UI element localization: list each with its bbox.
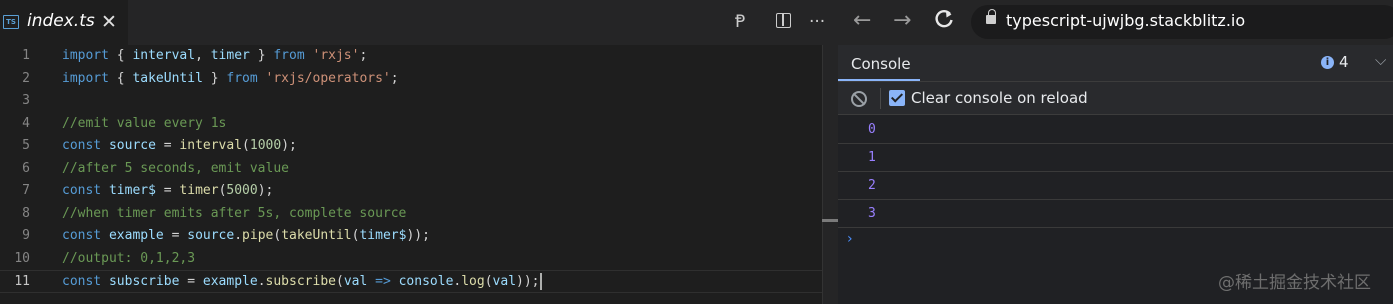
console-log-value: 2 [868,178,876,193]
line-number: 7 [22,183,30,198]
editor-scrollbar[interactable] [822,45,838,304]
line-number: 1 [22,48,30,63]
code-text: const timer$ = timer(5000); [62,183,274,198]
console-log-row: 0 [838,116,1393,144]
code-line[interactable]: 5 const source = interval(1000); [0,135,822,158]
code-line[interactable]: 11 const subscribe = example.subscribe(va… [0,270,822,293]
tab-index-ts[interactable]: TS index.ts ✕ [0,0,128,45]
console-log-row: 3 [838,200,1393,228]
code-line[interactable]: 3 [0,90,822,113]
code-line[interactable]: 7 const timer$ = timer(5000); [0,180,822,203]
back-arrow-icon[interactable]: ← [853,8,871,34]
line-number: 11 [14,274,30,289]
split-editor-icon[interactable] [776,13,791,28]
more-actions-icon[interactable]: ··· [809,11,825,33]
clear-on-reload-label[interactable]: Clear console on reload [911,89,1088,107]
code-text: import { takeUntil } from 'rxjs/operator… [62,70,399,86]
code-editor: TS index.ts ✕ Ᵽ ··· 1 import { interval, … [0,0,838,304]
watermark: @稀土掘金技术社区 [1218,273,1371,293]
code-line[interactable]: 2 import { takeUntil } from 'rxjs/operato… [0,68,822,91]
code-text: const example = source.pipe(takeUntil(ti… [62,228,430,243]
close-icon[interactable]: ✕ [101,10,117,34]
line-number: 10 [14,250,30,266]
reload-arrow-icon [935,9,953,28]
text-cursor [539,273,542,290]
code-text: //output: 0,1,2,3 [62,250,196,266]
code-line[interactable]: 10 //output: 0,1,2,3 [0,248,822,271]
active-tab-indicator [838,79,920,81]
code-text: //after 5 seconds, emit value [62,160,289,176]
code-text: const source = interval(1000); [62,138,297,153]
info-icon: i [1321,56,1334,69]
code-text: //when timer emits after 5s, complete so… [62,205,407,221]
tab-title: index.ts [27,11,95,31]
typescript-file-icon: TS [3,15,19,29]
line-number: 9 [22,228,30,243]
editor-tab-bar: TS index.ts ✕ Ᵽ ··· [0,0,838,45]
clear-on-reload-checkbox[interactable] [889,90,905,106]
console-log-row: 1 [838,144,1393,172]
line-number: 6 [22,160,30,176]
code-line[interactable]: 9 const example = source.pipe(takeUntil(t… [0,225,822,248]
clear-console-icon[interactable] [851,91,867,107]
code-line[interactable]: 4 //emit value every 1s [0,113,822,136]
code-area[interactable]: 1 import { interval, timer } from 'rxjs';… [0,45,822,304]
tab-console[interactable]: Console [851,55,911,73]
code-line[interactable]: 6 //after 5 seconds, emit value [0,158,822,181]
console-log-value: 1 [868,150,876,165]
line-number: 2 [22,70,30,86]
url-text[interactable]: typescript-ujwjbg.stackblitz.io [1006,11,1245,30]
code-line[interactable]: 1 import { interval, timer } from 'rxjs'; [0,45,822,68]
preview-browser: ← → typescript-ujwjbg.stackblitz.io Cons… [838,0,1393,304]
browser-toolbar: ← → typescript-ujwjbg.stackblitz.io [838,0,1393,45]
reload-icon[interactable] [934,8,954,37]
code-text: const subscribe = example.subscribe(val … [62,273,542,290]
toolbar-divider [880,88,881,109]
info-message-count[interactable]: 4 [1339,53,1349,71]
code-text: import { interval, timer } from 'rxjs'; [62,48,368,63]
line-number: 8 [22,205,30,221]
console-prompt-icon[interactable]: › [847,231,853,247]
console-header: Console [838,45,1393,82]
console-log-value: 3 [868,206,876,221]
code-line[interactable]: 8 //when timer emits after 5s, complete s… [0,203,822,226]
console-log-row: 2 [838,172,1393,200]
scrollbar-cursor-marker [822,219,838,222]
line-number: 5 [22,138,30,153]
lock-icon [986,9,996,24]
line-number: 4 [22,115,30,131]
code-text: //emit value every 1s [62,115,227,131]
preview-icon[interactable]: Ᵽ [735,11,745,33]
line-number: 3 [22,93,30,108]
chevron-down-icon[interactable]: ⌵ [1375,51,1386,69]
console-log-value: 0 [868,122,876,137]
forward-arrow-icon[interactable]: → [893,8,911,34]
